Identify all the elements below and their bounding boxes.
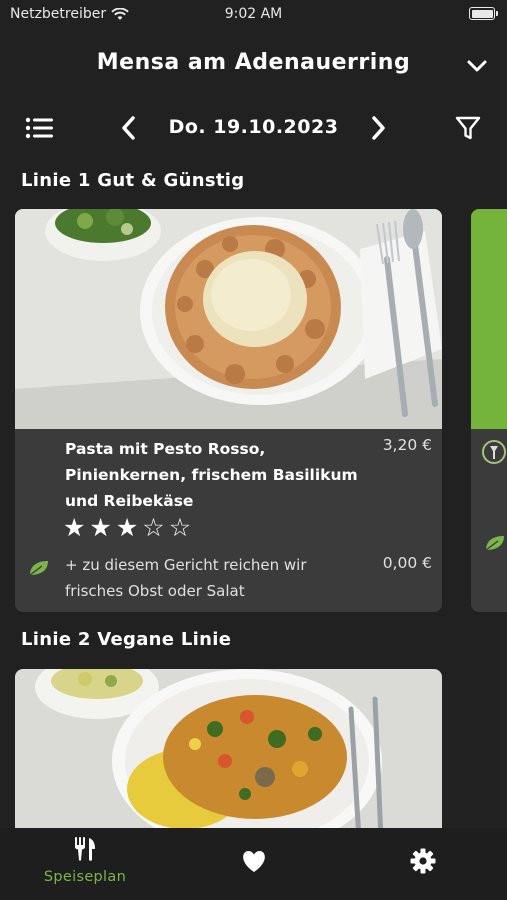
filter-icon[interactable] [455,115,481,141]
next-meal-card[interactable] [471,209,507,612]
canteen-title[interactable]: Mensa am Adenauerring [0,50,507,75]
tab-favorites[interactable] [240,850,268,878]
status-time: 9:02 AM [224,6,283,22]
meal-card[interactable] [15,669,442,839]
star-outline-icon[interactable]: ☆ [142,515,164,541]
status-bar: Netzbetreiber 9:02 AM [0,0,507,30]
date-navigation: Do. 19.10.2023 [0,106,507,150]
star-icon[interactable]: ★ [116,515,138,541]
tab-speiseplan-label: Speiseplan [43,869,127,885]
next-meal-photo [471,209,507,429]
header: Mensa am Adenauerring [0,44,507,88]
side-dish-text: + zu diesem Gericht reichen wir frisches… [65,556,307,600]
battery-icon [469,7,498,20]
meat-badge-icon [482,440,506,464]
star-icon[interactable]: ★ [63,515,85,541]
bottom-navigation: Speiseplan [0,828,507,900]
star-outline-icon[interactable]: ☆ [169,515,191,541]
meal-price: 3,20 € [382,436,432,454]
meal-name: Pasta mit Pesto Rosso, Pinienkernen, fri… [65,440,358,510]
heart-icon [243,851,265,872]
meal-photo [15,669,442,839]
meal-card[interactable]: Pasta mit Pesto Rosso, Pinienkernen, fri… [15,209,442,612]
rating-stars[interactable]: ★ ★ ★ ☆ ☆ [63,515,191,541]
chevron-down-icon[interactable] [465,54,489,78]
side-dish-price: 0,00 € [382,554,432,572]
tab-speiseplan[interactable]: Speiseplan [39,836,131,885]
chevron-right-icon[interactable] [367,114,389,142]
line-1-title: Linie 1 Gut & Günstig [21,170,245,191]
cutlery-icon [75,837,95,861]
tab-settings[interactable] [409,848,437,878]
vegetarian-leaf-icon [29,561,48,576]
star-icon[interactable]: ★ [89,515,111,541]
line-2-title: Linie 2 Vegane Linie [21,629,232,650]
gear-icon [410,848,436,874]
vegetarian-leaf-icon [485,536,504,551]
selected-date[interactable]: Do. 19.10.2023 [0,116,507,138]
meal-photo [15,209,442,429]
